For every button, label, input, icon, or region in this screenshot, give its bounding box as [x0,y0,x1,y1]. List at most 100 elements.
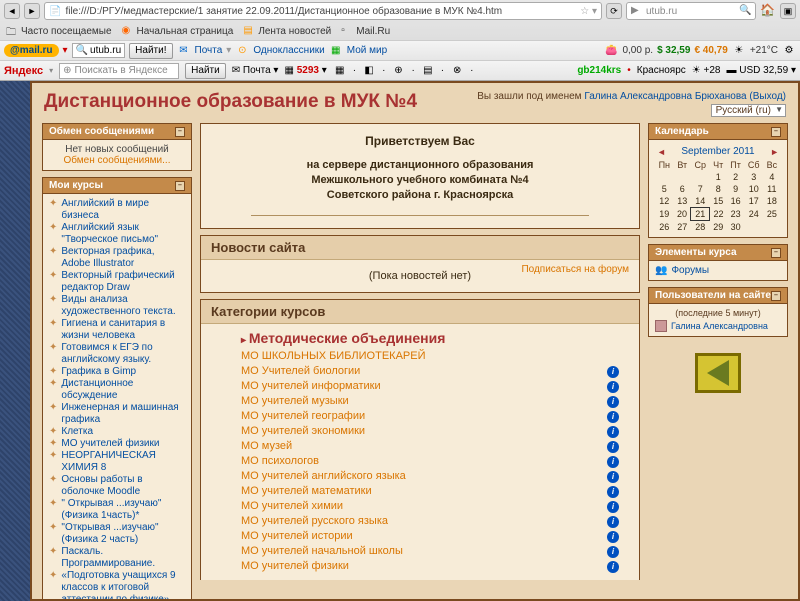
calendar-prev-icon[interactable]: ◄ [657,147,666,157]
calendar-day[interactable]: 29 [710,221,727,234]
calendar-day[interactable]: 11 [763,183,780,195]
fullscreen-button[interactable]: ▣ [780,3,796,19]
tool-icon-2[interactable]: ◧ [362,64,376,78]
subscribe-link[interactable]: Подписаться на форум [521,264,629,275]
collapse-icon[interactable]: – [771,127,781,137]
mailru-search[interactable]: 🔍utub.ru [72,43,126,58]
url-bar[interactable]: 📄 file:///D:/РГУ/медмастерские/1 занятие… [44,2,602,20]
course-link[interactable]: Дистанционное обсуждение [61,378,185,402]
tool-icon-5[interactable]: ⊗ [450,64,464,78]
info-icon[interactable]: i [607,426,619,438]
play-badge[interactable] [695,353,741,393]
collapse-icon[interactable]: – [175,127,185,137]
yandex-user[interactable]: gb214krs [577,65,621,76]
course-link[interactable]: " Открывая ...изучаю" (Физика 1часть)* [61,498,185,522]
info-icon[interactable]: i [607,561,619,573]
info-icon[interactable]: i [607,501,619,513]
home-icon[interactable]: 🏠 [760,3,776,19]
info-icon[interactable]: i [607,471,619,483]
calendar-day[interactable]: 16 [727,195,744,208]
collapse-icon[interactable]: – [175,181,185,191]
info-icon[interactable]: i [607,441,619,453]
course-link[interactable]: Гигиена и санитария в жизни человека [61,318,185,342]
calendar-day[interactable]: 1 [710,171,727,183]
category-link[interactable]: МО учителей английского языка [241,469,406,484]
course-link[interactable]: «Подготовка учащихся 9 классов к итогово… [61,570,185,599]
category-link[interactable]: МО психологов [241,454,319,469]
calendar-day[interactable]: 18 [763,195,780,208]
forums-link[interactable]: Форумы [671,265,709,276]
category-link[interactable]: МО учителей информатики [241,379,381,394]
course-link[interactable]: НЕОРГАНИЧЕСКАЯ ХИМИЯ 8 [61,450,185,474]
calendar-day[interactable]: 26 [655,221,674,234]
calendar-day[interactable]: 5 [655,183,674,195]
info-icon[interactable]: i [607,381,619,393]
mailru-logo[interactable]: @mail.ru [4,44,59,57]
calendar-day[interactable]: 12 [655,195,674,208]
calendar-day[interactable]: 15 [710,195,727,208]
category-link[interactable]: МО учителей русского языка [241,514,388,529]
course-link[interactable]: Английский в мире бизнеса [61,198,185,222]
calendar-day[interactable]: 27 [674,221,691,234]
category-link[interactable]: МО учителей начальной школы [241,544,403,559]
info-icon[interactable]: i [607,546,619,558]
calendar-day[interactable]: 23 [727,208,744,221]
course-link[interactable]: Основы работы в оболочке Moodle [61,474,185,498]
reload-button[interactable]: ⟳ [606,3,622,19]
language-select[interactable]: Русский (ru) [711,104,786,117]
tool-icon-4[interactable]: ▤ [421,64,435,78]
category-link[interactable]: МО учителей географии [241,409,365,424]
calendar-day[interactable]: 24 [744,208,763,221]
info-icon[interactable]: i [607,396,619,408]
user-profile-link[interactable]: Галина Александровна Брюханова [584,91,746,102]
calendar-day[interactable]: 21 [691,208,710,221]
collapse-icon[interactable]: – [771,291,781,301]
yandex-mail-link[interactable]: ✉ Почта ▾ [232,65,279,76]
category-link[interactable]: МО учителей математики [241,484,372,499]
category-link[interactable]: МО ШКОЛЬНЫХ БИБЛИОТЕКАРЕЙ [241,349,426,364]
calendar-day[interactable]: 7 [691,183,710,195]
toolbar-mail-link[interactable]: Почта [195,45,223,56]
course-link[interactable]: Графика в Gimp [61,366,136,378]
calendar-day[interactable]: 8 [710,183,727,195]
calendar-day[interactable]: 10 [744,183,763,195]
category-link[interactable]: МО Учителей биологии [241,364,360,379]
info-icon[interactable]: i [607,411,619,423]
course-link[interactable]: Клетка [61,426,93,438]
calendar-day[interactable]: 13 [674,195,691,208]
calendar-day[interactable]: 14 [691,195,710,208]
yandex-search[interactable]: ⊕Поискать в Яндексе [59,63,179,79]
info-icon[interactable]: i [607,531,619,543]
toolbar-moimir-link[interactable]: Мой мир [347,45,387,56]
bookmark-home[interactable]: ◉Начальная страница [122,25,234,37]
collapse-icon[interactable]: – [771,248,781,258]
category-link[interactable]: МО учителей истории [241,529,353,544]
calendar-day[interactable]: 4 [763,171,780,183]
calendar-day[interactable]: 9 [727,183,744,195]
info-icon[interactable]: i [607,516,619,528]
course-link[interactable]: Паскаль. Программирование. [61,546,185,570]
tool-icon-3[interactable]: ⊕ [391,64,405,78]
category-link[interactable]: МО учителей музыки [241,394,349,409]
calendar-day[interactable]: 6 [674,183,691,195]
online-user-link[interactable]: Галина Александровна [671,321,768,331]
calendar-day[interactable]: 19 [655,208,674,221]
course-link[interactable]: Векторная графика, Adobe Illustrator [61,246,185,270]
category-link[interactable]: МО учителей химии [241,499,343,514]
gear-icon[interactable]: ⚙ [782,44,796,58]
toolbar-odnoklassniki-link[interactable]: Одноклассники [253,45,324,56]
forward-button[interactable]: ► [24,3,40,19]
tool-icon-1[interactable]: ▦ [333,64,347,78]
bookmark-feed[interactable]: ▤Лента новостей [243,25,331,37]
calendar-day[interactable]: 28 [691,221,710,234]
calendar-day[interactable]: 20 [674,208,691,221]
calendar-day[interactable]: 17 [744,195,763,208]
info-icon[interactable]: i [607,456,619,468]
mail-icon[interactable]: ✉ [177,44,191,58]
search-bar[interactable]: ▶ utub.ru 🔍 [626,2,756,20]
bookmark-frequent[interactable]: 🗀Часто посещаемые [6,25,112,37]
back-button[interactable]: ◄ [4,3,20,19]
yandex-counter[interactable]: ▦ 5293 ▾ [284,65,326,76]
yandex-find-button[interactable]: Найти [185,63,226,79]
category-main[interactable]: Методические объединения [241,330,619,346]
